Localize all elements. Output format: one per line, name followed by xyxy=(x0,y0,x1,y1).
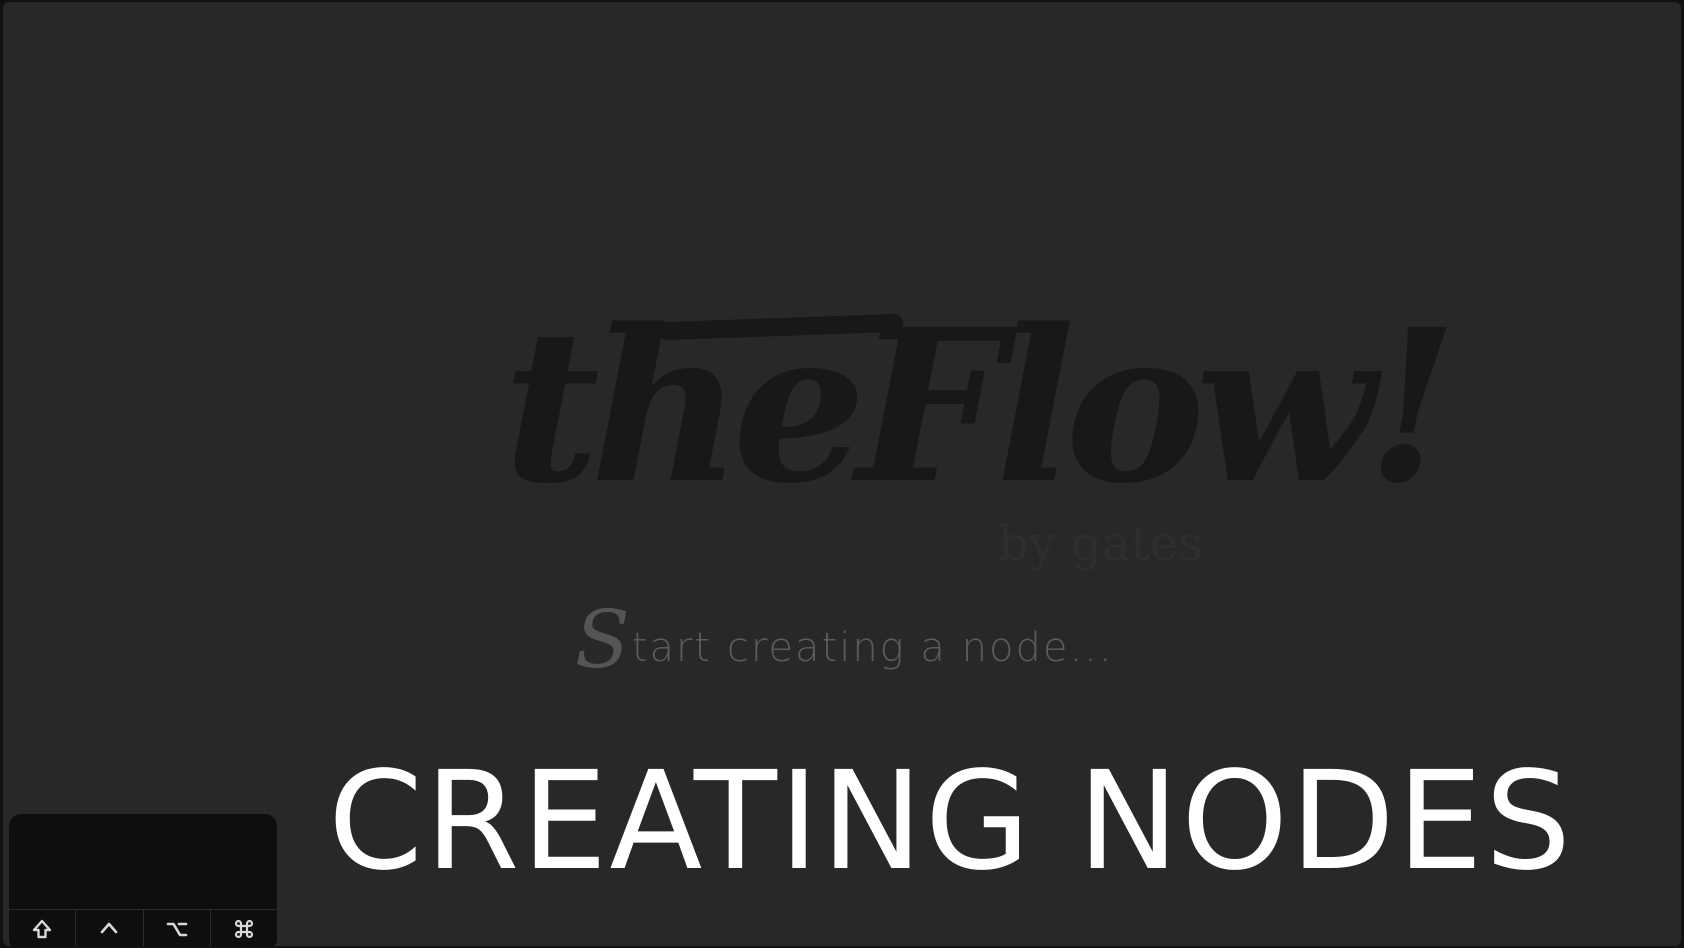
shift-key-icon xyxy=(32,919,52,939)
shift-key[interactable] xyxy=(9,910,77,946)
option-key-icon xyxy=(166,919,188,939)
modifier-key-row xyxy=(9,909,277,946)
empty-canvas-hint: Start creating a node... xyxy=(575,600,1114,680)
command-key-icon xyxy=(234,919,254,939)
app-logo: theFlow! by gates xyxy=(493,302,1458,569)
hint-initial: S xyxy=(575,593,632,686)
control-key-icon xyxy=(99,919,119,939)
keystroke-display xyxy=(9,814,277,908)
option-key[interactable] xyxy=(144,910,211,946)
keystroke-overlay xyxy=(9,814,277,946)
app-window: theFlow! by gates Start creating a node.… xyxy=(3,2,1681,946)
command-key[interactable] xyxy=(211,910,277,946)
control-key[interactable] xyxy=(76,910,144,946)
logo-title: theFlow! xyxy=(503,283,1458,530)
logo-byline: by gates xyxy=(998,516,1203,572)
video-caption: CREATING NODES xyxy=(328,743,1574,901)
hint-text: tart creating a node... xyxy=(631,625,1114,671)
